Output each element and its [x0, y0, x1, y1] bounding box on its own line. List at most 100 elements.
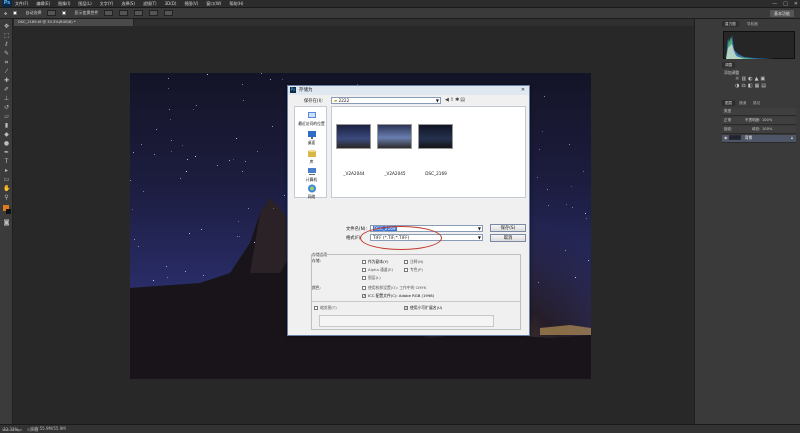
path-select-icon[interactable]: ▸ [3, 167, 10, 174]
adjustment-icons[interactable]: ☼▥◐▲▣ ◑⚖◧▦▤ [735, 76, 785, 91]
background-color-swatch[interactable] [6, 209, 11, 214]
history-brush-icon[interactable]: ↺ [3, 104, 10, 111]
menu-filter[interactable]: 滤镜(T) [143, 1, 157, 7]
move-tool-icon[interactable]: ✥ [4, 11, 7, 16]
align-middle-icon[interactable] [119, 10, 129, 16]
pen-icon[interactable]: ✒ [3, 149, 10, 156]
star [170, 140, 172, 142]
place-libraries[interactable]: 库 [295, 149, 328, 165]
layer-kind-label[interactable]: 类型 [724, 109, 731, 113]
file-thumbnail[interactable] [418, 124, 453, 149]
file-thumbnail[interactable] [336, 124, 371, 149]
zoom-icon[interactable]: ⚲ [3, 194, 10, 201]
star [167, 77, 169, 79]
brush-icon[interactable]: ✐ [3, 86, 10, 93]
lasso-icon[interactable]: ℓ [3, 41, 10, 48]
star [546, 189, 548, 191]
tab-layers[interactable]: 图层 [722, 100, 736, 106]
file-name[interactable]: _V2A2044 [334, 171, 374, 176]
file-name[interactable]: _V2A2045 [375, 171, 415, 176]
tab-timeline[interactable]: 时间轴 [27, 428, 38, 432]
star [237, 235, 239, 237]
eyedropper-icon[interactable]: ⁄ [3, 68, 10, 75]
dialog-close-icon[interactable]: ✕ [519, 87, 527, 93]
star [544, 96, 546, 98]
star [585, 212, 587, 214]
shape-icon[interactable]: ▭ [3, 176, 10, 183]
star [585, 217, 587, 219]
align-top-icon[interactable] [104, 10, 114, 16]
eraser-icon[interactable]: ▱ [3, 113, 10, 120]
save-in-select[interactable]: ▰ 2222 ▼ [331, 97, 441, 104]
tab-channels[interactable]: 通道 [736, 100, 750, 106]
tab-mini-bridge[interactable]: Mini Bridge [2, 428, 22, 432]
star [137, 245, 139, 247]
menu-type[interactable]: 文字(Y) [100, 1, 114, 7]
layer-item[interactable]: ◉ 背景 🔒︎ [722, 135, 796, 143]
layer-blend-row: 正常 不透明度: 100% [722, 117, 796, 125]
menu-file[interactable]: 文件(F) [15, 1, 28, 7]
filename-label: 文件名(N): [346, 227, 367, 232]
align-bottom-icon[interactable] [134, 10, 144, 16]
healing-icon[interactable]: ✚ [3, 77, 10, 84]
align-left-icon[interactable] [149, 10, 159, 16]
menu-view[interactable]: 视图(V) [184, 1, 198, 7]
blend-mode-select[interactable]: 正常 [724, 118, 731, 122]
cancel-button[interactable]: 取消 [490, 234, 526, 242]
libraries-icon [307, 150, 316, 157]
menu-3d[interactable]: 3D(D) [165, 1, 177, 6]
tab-histogram[interactable]: 直方图 [722, 21, 739, 27]
star [537, 281, 539, 283]
document-tab[interactable]: DSC_2169.tif @ 33.3%(RGB/8) * [14, 19, 134, 26]
star [196, 105, 198, 107]
star [238, 236, 240, 238]
align-center-icon[interactable] [164, 10, 174, 16]
view-menu-icon[interactable]: ▤ [460, 97, 466, 103]
file-name[interactable]: DSC_2169 [416, 171, 456, 176]
quick-select-icon[interactable]: ✎ [3, 50, 10, 57]
menu-window[interactable]: 窗口(W) [206, 1, 221, 7]
file-thumbnail[interactable] [377, 124, 412, 149]
minimize-icon[interactable]: — [772, 1, 777, 7]
menu-select[interactable]: 选择(S) [121, 1, 135, 7]
save-button[interactable]: 保存(S) [490, 224, 526, 232]
star [238, 220, 240, 222]
show-transform-checkbox[interactable] [62, 11, 67, 15]
auto-select-checkbox[interactable] [13, 11, 18, 15]
tab-adjustments[interactable]: 调整 [722, 62, 736, 68]
move-icon[interactable]: ✥ [3, 23, 10, 30]
star [143, 191, 145, 193]
dodge-icon[interactable]: ● [3, 140, 10, 147]
blur-icon[interactable]: ◆ [3, 131, 10, 138]
marquee-icon[interactable]: ⬚ [3, 32, 10, 39]
close-icon[interactable]: ✕ [794, 1, 798, 7]
tab-paths[interactable]: 路径 [750, 100, 764, 106]
star [217, 165, 218, 167]
crop-icon[interactable]: ⌗ [3, 59, 10, 66]
place-libraries-label: 库 [309, 159, 314, 164]
type-icon[interactable]: T [3, 158, 10, 165]
eye-icon[interactable]: ◉ [724, 135, 728, 140]
place-recent[interactable]: 最近访问的位置 [295, 111, 328, 127]
menu-edit[interactable]: 编辑(E) [36, 1, 50, 7]
menu-layer[interactable]: 图层(L) [78, 1, 91, 7]
star [166, 276, 168, 278]
hand-icon[interactable]: ✋ [3, 185, 10, 192]
file-list[interactable]: _V2A2044 _V2A2045 DSC_2169 [331, 106, 526, 198]
place-network[interactable]: 网络 [295, 184, 328, 200]
gradient-icon[interactable]: ▮ [3, 122, 10, 129]
workspace-switcher[interactable]: 基本功能 [770, 10, 794, 17]
place-desktop[interactable]: 桌面 [295, 130, 328, 146]
stamp-icon[interactable]: ⊥ [3, 95, 10, 102]
maximize-icon[interactable]: □ [783, 1, 788, 7]
menu-image[interactable]: 图像(I) [58, 1, 70, 7]
tab-navigator[interactable]: 导航器 [744, 21, 761, 27]
star [133, 239, 135, 241]
auto-select-dropdown[interactable] [47, 10, 57, 16]
network-icon [307, 184, 316, 193]
menu-help[interactable]: 帮助(H) [229, 1, 243, 7]
quick-mask-icon[interactable]: ◙ [3, 219, 10, 226]
place-computer[interactable]: 计算机 [295, 167, 328, 183]
fill-value[interactable]: 100% [762, 127, 772, 131]
opacity-value[interactable]: 100% [762, 118, 772, 122]
